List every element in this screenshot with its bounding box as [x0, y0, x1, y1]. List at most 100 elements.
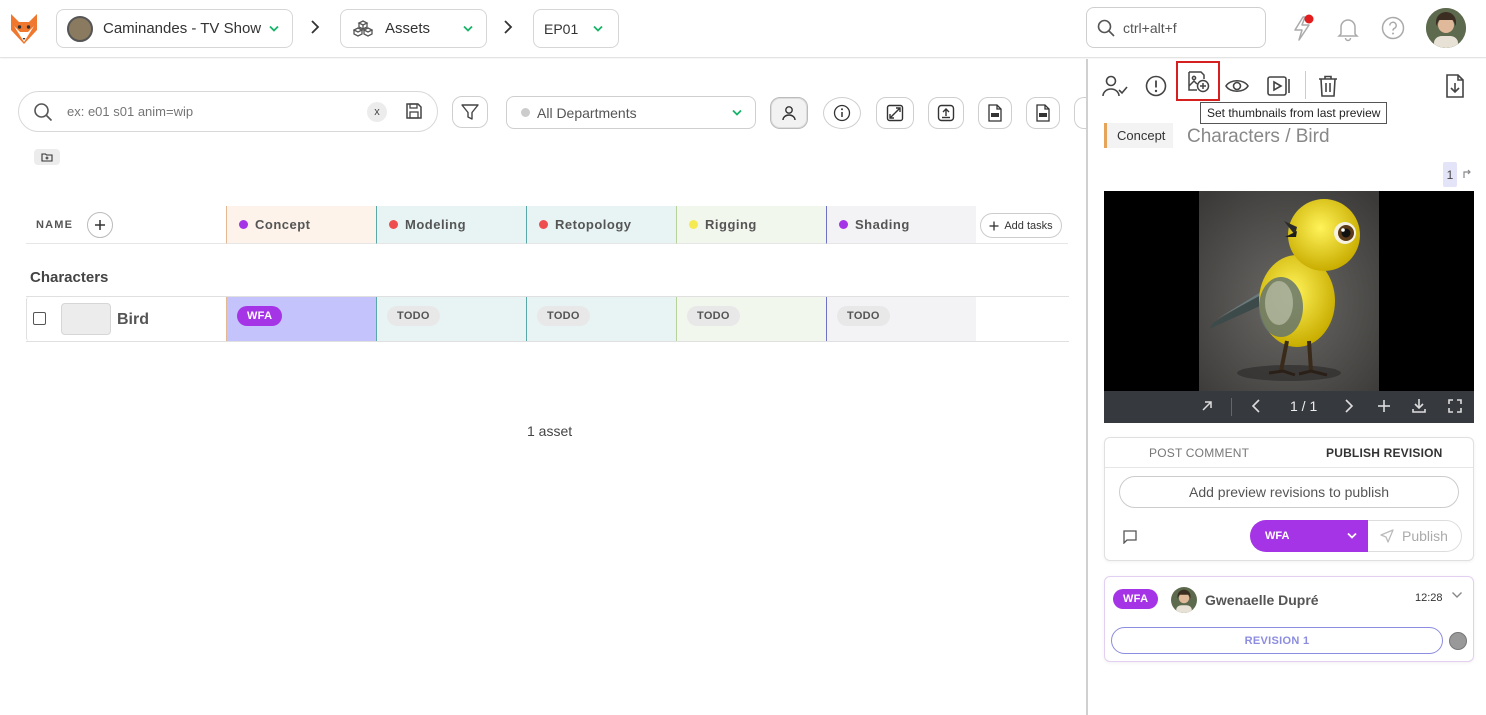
status-badge[interactable]: TODO	[387, 306, 440, 326]
task-column-label: Concept	[255, 217, 311, 232]
status-cell[interactable]: TODO	[376, 297, 526, 341]
controls-divider	[1231, 398, 1232, 416]
assign-button[interactable]	[1098, 69, 1132, 103]
news-lightning-icon[interactable]	[1290, 14, 1316, 42]
publish-button[interactable]: Publish	[1368, 520, 1462, 552]
task-type-color-dot	[839, 220, 848, 229]
chevron-down-icon	[731, 109, 743, 117]
status-cell[interactable]: WFA	[226, 297, 376, 341]
add-folder-button[interactable]	[34, 149, 60, 165]
csv-file-icon	[1035, 104, 1051, 122]
notifications-bell-icon[interactable]	[1336, 16, 1360, 42]
task-column-header[interactable]: Modeling	[376, 206, 526, 244]
set-thumbnail-button[interactable]	[1176, 61, 1220, 101]
chevron-down-icon	[268, 25, 280, 33]
comment-author-avatar	[1171, 587, 1197, 613]
open-preview-arrow-icon[interactable]	[1200, 399, 1214, 413]
status-badge[interactable]: WFA	[237, 306, 283, 326]
status-cell[interactable]: TODO	[676, 297, 826, 341]
alert-circle-icon	[1145, 75, 1167, 97]
task-column-header[interactable]: Rigging	[676, 206, 826, 244]
department-label: All Departments	[537, 104, 637, 121]
comment-check-toggle[interactable]	[1449, 632, 1467, 650]
priority-button[interactable]	[1139, 69, 1173, 103]
preview-image[interactable]	[1199, 191, 1379, 391]
revision-link-button[interactable]: REVISION 1	[1111, 627, 1443, 654]
table-row[interactable]: Bird WFA TODO TODO TODO TODO	[26, 296, 1069, 342]
clear-search-button[interactable]: x	[367, 102, 387, 122]
task-type-color-dot	[689, 220, 698, 229]
filter-builder-button[interactable]	[452, 96, 488, 128]
delete-task-button[interactable]	[1311, 69, 1345, 103]
user-avatar[interactable]	[1426, 8, 1466, 48]
subscribe-button[interactable]	[1220, 69, 1254, 103]
toggle-assignations-button[interactable]	[770, 97, 808, 129]
comment-icon[interactable]	[1123, 530, 1137, 544]
global-search-input[interactable]: ctrl+alt+f	[1086, 7, 1266, 48]
folder-plus-icon	[41, 152, 53, 162]
chevron-down-icon[interactable]	[1451, 591, 1463, 599]
entity-title[interactable]: Characters / Bird	[1187, 126, 1330, 148]
info-icon	[833, 104, 851, 122]
add-to-playlist-button[interactable]	[1262, 69, 1296, 103]
help-icon[interactable]	[1381, 16, 1405, 40]
revision-link-icon[interactable]	[1462, 167, 1472, 179]
section-selector[interactable]: Assets	[340, 9, 487, 48]
tab-publish-revision[interactable]: PUBLISH REVISION	[1326, 446, 1443, 460]
production-avatar	[67, 15, 93, 42]
task-column-header[interactable]: Concept	[226, 206, 376, 244]
status-cell[interactable]: TODO	[526, 297, 676, 341]
save-filter-icon[interactable]	[405, 102, 423, 120]
player-controls: 1 / 1	[1104, 391, 1474, 423]
status-select[interactable]: WFA	[1250, 520, 1368, 552]
asset-name[interactable]: Bird	[117, 311, 149, 329]
tab-post-comment[interactable]: POST COMMENT	[1149, 446, 1249, 460]
send-icon	[1380, 529, 1394, 543]
import-button[interactable]	[928, 97, 964, 129]
preview-player[interactable]: 1 / 1	[1104, 191, 1474, 423]
toggle-infos-button[interactable]	[823, 97, 861, 129]
status-cell[interactable]: TODO	[826, 297, 976, 341]
previous-frame-icon[interactable]	[1251, 399, 1261, 413]
export-csv-button[interactable]	[978, 97, 1012, 129]
kitsu-fox-logo-icon[interactable]	[8, 12, 40, 46]
add-preview-icon[interactable]	[1377, 399, 1391, 413]
plus-icon	[989, 221, 999, 230]
name-column-header[interactable]: NAME	[26, 206, 226, 244]
add-column-button[interactable]	[87, 211, 114, 238]
more-actions-button[interactable]	[1074, 97, 1086, 129]
revision-number-badge[interactable]: 1	[1443, 162, 1457, 187]
image-plus-icon	[1186, 69, 1210, 93]
add-tasks-button[interactable]: Add tasks	[980, 213, 1062, 238]
export-csv-casting-button[interactable]	[1026, 97, 1060, 129]
top-bar: Caminandes - TV Show Assets EP01 ctrl+al…	[0, 0, 1486, 58]
comment-time: 12:28	[1415, 592, 1443, 604]
publish-card: POST COMMENT PUBLISH REVISION Add previe…	[1104, 437, 1474, 561]
add-preview-revisions-button[interactable]: Add preview revisions to publish	[1119, 476, 1459, 508]
status-badge[interactable]: TODO	[837, 306, 890, 326]
production-name: Caminandes - TV Show	[103, 20, 262, 37]
toggle-big-thumbnails-button[interactable]	[876, 97, 914, 129]
global-search-placeholder: ctrl+alt+f	[1123, 19, 1177, 36]
task-type-badge[interactable]: Concept	[1104, 123, 1174, 148]
status-badge[interactable]: TODO	[537, 306, 590, 326]
next-frame-icon[interactable]	[1344, 399, 1354, 413]
comment-card: WFA Gwenaelle Dupré 12:28 REVISION 1	[1104, 576, 1474, 662]
asset-name-cell: Bird	[26, 297, 226, 341]
asset-search-field[interactable]: x	[18, 91, 438, 132]
episode-selector[interactable]: EP01	[533, 9, 619, 48]
production-selector[interactable]: Caminandes - TV Show	[56, 9, 293, 48]
download-file-button[interactable]	[1438, 69, 1472, 103]
department-select[interactable]: All Departments	[506, 96, 756, 129]
fullscreen-icon[interactable]	[1448, 399, 1462, 413]
comment-author[interactable]: Gwenaelle Dupré	[1205, 592, 1319, 608]
task-column-header[interactable]: Shading	[826, 206, 976, 244]
asset-search-input[interactable]	[67, 104, 347, 119]
download-icon[interactable]	[1412, 398, 1426, 414]
search-icon	[33, 102, 53, 122]
status-badge[interactable]: TODO	[687, 306, 740, 326]
row-checkbox[interactable]	[33, 312, 46, 325]
asset-thumbnail[interactable]	[61, 303, 111, 335]
task-column-header[interactable]: Retopology	[526, 206, 676, 244]
breadcrumb-separator-icon	[310, 20, 320, 34]
